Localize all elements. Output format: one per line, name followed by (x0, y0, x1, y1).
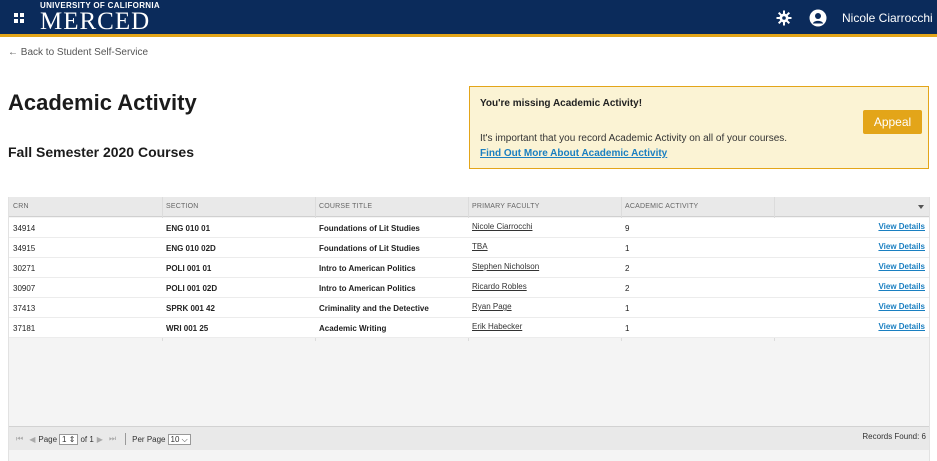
column-header-primary-faculty[interactable]: PRIMARY FACULTY (472, 203, 540, 210)
table-header: CRN SECTION COURSE TITLE PRIMARY FACULTY… (9, 197, 929, 217)
view-details-link[interactable]: View Details (878, 302, 925, 311)
logo-title: MERCED (40, 8, 151, 35)
view-details-link[interactable]: View Details (878, 322, 925, 331)
column-header-section[interactable]: SECTION (166, 203, 199, 210)
cell-crn: 37181 (13, 324, 36, 333)
cell-crn: 34914 (13, 224, 36, 233)
cell-course-title: Academic Writing (319, 324, 387, 333)
per-page-value: 10 (170, 434, 180, 444)
table-row[interactable]: 34914 ENG 010 01 Foundations of Lit Stud… (9, 218, 929, 238)
per-page-label: Per Page (132, 434, 166, 444)
pager: ⏮ ◀ Page 1 ⇕ of 1 ▶ ⏭ Per Page 10 ⌵ (13, 433, 193, 445)
cell-crn: 30907 (13, 284, 36, 293)
cell-course-title: Criminality and the Detective (319, 304, 429, 313)
cell-section: ENG 010 01 (166, 224, 211, 233)
gear-icon[interactable] (776, 10, 792, 26)
column-header-crn[interactable]: CRN (13, 203, 29, 210)
alert-title: You're missing Academic Activity! (480, 98, 643, 109)
page-label: Page (38, 434, 58, 444)
table-row[interactable]: 37181 WRI 001 25 Academic Writing Erik H… (9, 318, 929, 338)
cell-course-title: Intro to American Politics (319, 284, 416, 293)
cell-academic-activity: 1 (625, 244, 630, 253)
cell-crn: 30271 (13, 264, 36, 273)
cell-faculty-link[interactable]: Nicole Ciarrocchi (472, 222, 532, 231)
cell-section: WRI 001 25 (166, 324, 209, 333)
view-details-link[interactable]: View Details (878, 262, 925, 271)
cell-faculty-link[interactable]: TBA (472, 242, 488, 251)
cell-academic-activity: 9 (625, 224, 630, 233)
table-pagination-bar: ⏮ ◀ Page 1 ⇕ of 1 ▶ ⏭ Per Page 10 ⌵ Reco… (9, 426, 929, 450)
missing-activity-alert: You're missing Academic Activity! It's i… (469, 86, 929, 169)
column-menu-caret-icon[interactable] (918, 205, 924, 209)
page-number-value: 1 (62, 434, 67, 444)
cell-academic-activity: 1 (625, 324, 630, 333)
university-logo[interactable]: UNIVERSITY OF CALIFORNIA MERCED (40, 1, 160, 34)
pager-divider (125, 433, 127, 445)
cell-section: POLI 001 01 (166, 264, 212, 273)
cell-section: POLI 001 02D (166, 284, 218, 293)
page-count-label: of 1 (80, 434, 94, 444)
view-details-link[interactable]: View Details (878, 282, 925, 291)
records-found-count: Records Found: 6 (862, 432, 926, 441)
cell-academic-activity: 2 (625, 264, 630, 273)
view-details-link[interactable]: View Details (878, 242, 925, 251)
table-row[interactable]: 34915 ENG 010 02D Foundations of Lit Stu… (9, 238, 929, 258)
cell-faculty-link[interactable]: Ricardo Robles (472, 282, 527, 291)
column-header-course-title[interactable]: COURSE TITLE (319, 203, 372, 210)
per-page-select[interactable]: 10 ⌵ (167, 433, 191, 445)
cell-faculty-link[interactable]: Erik Habecker (472, 322, 522, 331)
cell-section: ENG 010 02D (166, 244, 216, 253)
appeal-button[interactable]: Appeal (863, 110, 922, 134)
alert-text: It's important that you record Academic … (480, 133, 788, 144)
semester-heading: Fall Semester 2020 Courses (8, 144, 194, 160)
top-navigation-bar: UNIVERSITY OF CALIFORNIA MERCED Nicole C… (0, 0, 937, 37)
cell-academic-activity: 2 (625, 284, 630, 293)
cell-course-title: Foundations of Lit Studies (319, 224, 420, 233)
cell-crn: 34915 (13, 244, 36, 253)
user-name[interactable]: Nicole Ciarrocchi (842, 11, 933, 25)
app-grid-icon[interactable] (14, 13, 24, 23)
table-row[interactable]: 30271 POLI 001 01 Intro to American Poli… (9, 258, 929, 278)
courses-table: CRN SECTION COURSE TITLE PRIMARY FACULTY… (8, 197, 930, 461)
cell-course-title: Foundations of Lit Studies (319, 244, 420, 253)
cell-section: SPRK 001 42 (166, 304, 215, 313)
view-details-link[interactable]: View Details (878, 222, 925, 231)
column-header-academic-activity[interactable]: ACADEMIC ACTIVITY (625, 203, 698, 210)
table-row[interactable]: 30907 POLI 001 02D Intro to American Pol… (9, 278, 929, 298)
page-number-input[interactable]: 1 ⇕ (59, 433, 79, 445)
back-to-self-service-link[interactable]: ← Back to Student Self-Service (8, 47, 148, 58)
last-page-icon[interactable]: ⏭ (109, 434, 116, 444)
first-page-icon[interactable]: ⏮ (16, 434, 23, 444)
cell-crn: 37413 (13, 304, 36, 313)
cell-faculty-link[interactable]: Ryan Page (472, 302, 512, 311)
cell-faculty-link[interactable]: Stephen Nicholson (472, 262, 539, 271)
user-avatar-icon[interactable] (809, 9, 827, 27)
previous-page-icon[interactable]: ◀ (29, 435, 35, 444)
cell-course-title: Intro to American Politics (319, 264, 416, 273)
next-page-icon[interactable]: ▶ (97, 435, 103, 444)
find-out-more-link[interactable]: Find Out More About Academic Activity (480, 148, 667, 159)
cell-academic-activity: 1 (625, 304, 630, 313)
table-row[interactable]: 37413 SPRK 001 42 Criminality and the De… (9, 298, 929, 318)
page-title: Academic Activity (8, 90, 197, 115)
